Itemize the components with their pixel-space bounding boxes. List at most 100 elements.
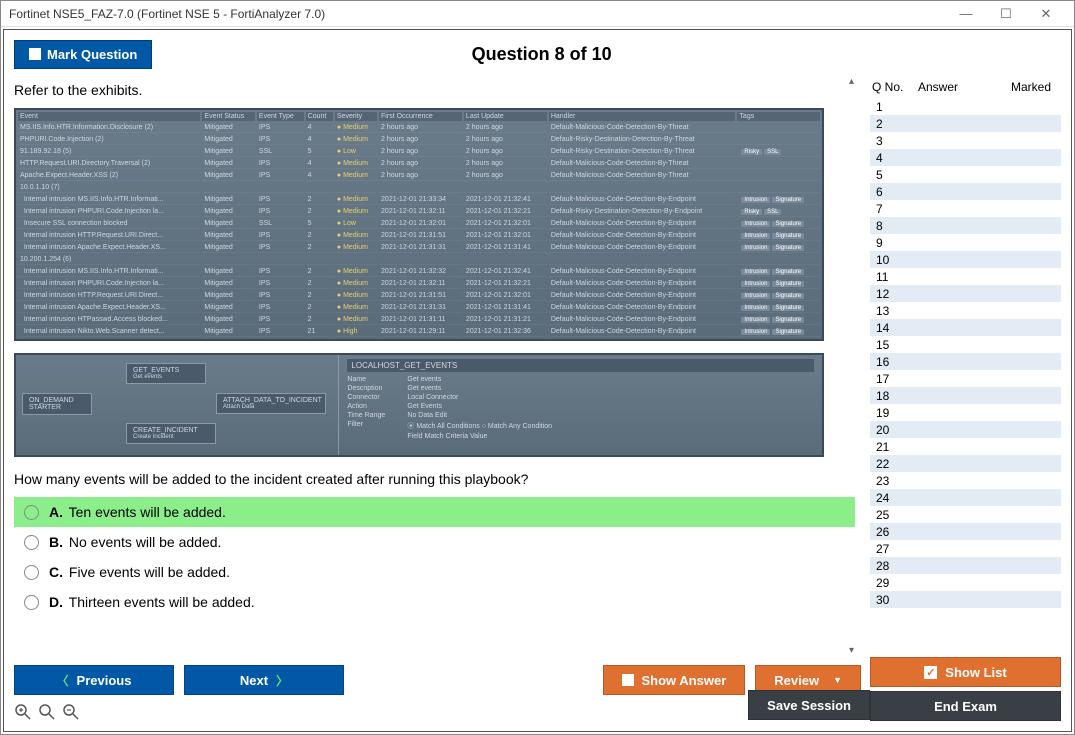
question-row[interactable]: 29 <box>870 574 1061 591</box>
question-row[interactable]: 30 <box>870 591 1061 608</box>
end-exam-label: End Exam <box>934 699 997 714</box>
question-number: 30 <box>876 593 916 607</box>
previous-label: Previous <box>77 673 132 688</box>
question-row[interactable]: 15 <box>870 336 1061 353</box>
show-answer-button[interactable]: Show Answer <box>603 665 746 695</box>
question-row[interactable]: 22 <box>870 455 1061 472</box>
question-row[interactable]: 27 <box>870 540 1061 557</box>
zoom-in-icon[interactable] <box>14 703 32 721</box>
question-row[interactable]: 23 <box>870 472 1061 489</box>
question-pane: ▴ Refer to the exhibits. EventEvent Stat… <box>14 76 861 721</box>
next-button[interactable]: Next 〉 <box>184 665 344 695</box>
question-row[interactable]: 9 <box>870 234 1061 251</box>
question-number: 16 <box>876 355 916 369</box>
question-row[interactable]: 7 <box>870 200 1061 217</box>
question-row[interactable]: 11 <box>870 268 1061 285</box>
option-text: D. Thirteen events will be added. <box>49 594 255 610</box>
question-row[interactable]: 26 <box>870 523 1061 540</box>
question-number: 6 <box>876 185 916 199</box>
end-exam-button[interactable]: End Exam <box>870 691 1061 721</box>
show-answer-label: Show Answer <box>642 673 727 688</box>
window-title: Fortinet NSE5_FAZ-7.0 (Fortinet NSE 5 - … <box>9 7 946 21</box>
question-number: 14 <box>876 321 916 335</box>
question-row[interactable]: 3 <box>870 132 1061 149</box>
question-row[interactable]: 14 <box>870 319 1061 336</box>
question-number: 18 <box>876 389 916 403</box>
answer-options: A. Ten events will be added. B. No events… <box>14 497 855 617</box>
zoom-reset-icon[interactable] <box>38 703 56 721</box>
show-list-button[interactable]: ✓ Show List <box>870 657 1061 687</box>
question-row[interactable]: 25 <box>870 506 1061 523</box>
question-row[interactable]: 19 <box>870 404 1061 421</box>
review-label: Review <box>774 673 819 688</box>
playbook-node-starter: ON_DEMAND STARTER <box>22 393 92 415</box>
question-number: 20 <box>876 423 916 437</box>
col-qno: Q No. <box>872 80 918 94</box>
chevron-left-icon: 〈 <box>57 672 69 689</box>
titlebar: Fortinet NSE5_FAZ-7.0 (Fortinet NSE 5 - … <box>1 1 1074 27</box>
minimize-button[interactable]: — <box>946 1 986 27</box>
question-list-header: Q No. Answer Marked <box>870 76 1061 98</box>
option-text: A. Ten events will be added. <box>49 504 226 520</box>
checkbox-icon <box>622 674 634 686</box>
question-prompt: How many events will be added to the inc… <box>14 471 855 487</box>
question-row[interactable]: 20 <box>870 421 1061 438</box>
question-number: 2 <box>876 117 916 131</box>
question-number: 13 <box>876 304 916 318</box>
question-number: 28 <box>876 559 916 573</box>
playbook-diagram: ON_DEMAND STARTER GET_EVENTS Get events … <box>16 355 338 455</box>
question-number: 17 <box>876 372 916 386</box>
question-row[interactable]: 17 <box>870 370 1061 387</box>
radio-icon <box>24 505 39 520</box>
question-number: 15 <box>876 338 916 352</box>
window-controls: — ☐ ✕ <box>946 1 1066 27</box>
radio-icon <box>24 595 39 610</box>
zoom-controls <box>14 699 861 721</box>
question-row[interactable]: 8 <box>870 217 1061 234</box>
question-list-body[interactable]: 1234567891011121314151617181920212223242… <box>870 98 1061 649</box>
next-label: Next <box>240 673 268 688</box>
show-list-label: Show List <box>945 665 1006 680</box>
question-number: 9 <box>876 236 916 250</box>
content-scroll[interactable]: ▴ Refer to the exhibits. EventEvent Stat… <box>14 76 861 657</box>
save-session-button[interactable]: Save Session <box>748 690 870 720</box>
option-c[interactable]: C. Five events will be added. <box>14 557 855 587</box>
question-row[interactable]: 5 <box>870 166 1061 183</box>
question-row[interactable]: 21 <box>870 438 1061 455</box>
right-footer: ✓ Show List <box>870 649 1061 691</box>
question-row[interactable]: 12 <box>870 285 1061 302</box>
radio-icon <box>24 535 39 550</box>
question-row[interactable]: 2 <box>870 115 1061 132</box>
scroll-up-icon[interactable]: ▴ <box>849 76 861 88</box>
col-marked: Marked <box>986 80 1059 94</box>
option-a[interactable]: A. Ten events will be added. <box>14 497 855 527</box>
check-icon: ✓ <box>924 666 937 679</box>
question-number: 10 <box>876 253 916 267</box>
question-number: 22 <box>876 457 916 471</box>
question-row[interactable]: 24 <box>870 489 1061 506</box>
option-d[interactable]: D. Thirteen events will be added. <box>14 587 855 617</box>
question-row[interactable]: 4 <box>870 149 1061 166</box>
question-number: 11 <box>876 270 916 284</box>
question-number: 12 <box>876 287 916 301</box>
caret-down-icon: ▼ <box>833 675 842 685</box>
exhibit-events-table: EventEvent StatusEvent TypeCountSeverity… <box>14 108 824 341</box>
question-row[interactable]: 18 <box>870 387 1061 404</box>
question-number: 8 <box>876 219 916 233</box>
question-row[interactable]: 28 <box>870 557 1061 574</box>
scroll-down-icon[interactable]: ▾ <box>849 645 861 657</box>
option-b[interactable]: B. No events will be added. <box>14 527 855 557</box>
question-row[interactable]: 10 <box>870 251 1061 268</box>
maximize-button[interactable]: ☐ <box>986 1 1026 27</box>
app-body: Mark Question Question 8 of 10 ▴ Refer t… <box>3 29 1072 732</box>
question-number: 25 <box>876 508 916 522</box>
question-row[interactable]: 13 <box>870 302 1061 319</box>
zoom-out-icon[interactable] <box>62 703 80 721</box>
question-row[interactable]: 6 <box>870 183 1061 200</box>
previous-button[interactable]: 〈 Previous <box>14 665 174 695</box>
mark-question-button[interactable]: Mark Question <box>14 40 152 69</box>
question-row[interactable]: 16 <box>870 353 1061 370</box>
question-row[interactable]: 1 <box>870 98 1061 115</box>
question-number: 4 <box>876 151 916 165</box>
close-button[interactable]: ✕ <box>1026 1 1066 27</box>
